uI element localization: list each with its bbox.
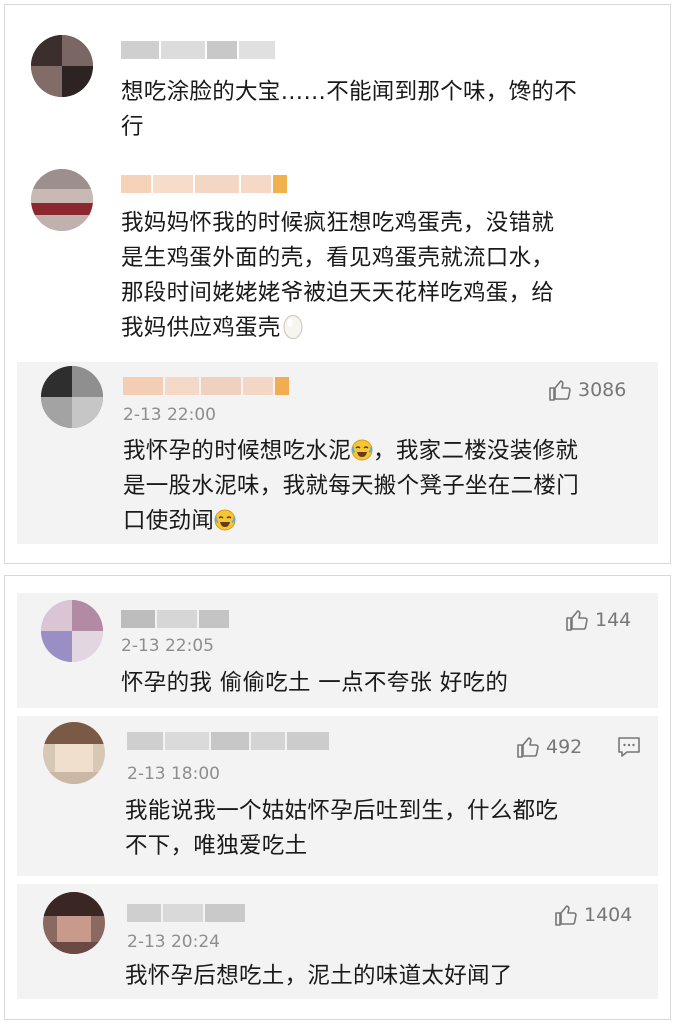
comment-text: 我怀孕的时候想吃水泥 ，我家二楼没装修就 是一股水泥味，我就每天搬个凳子坐在二楼门… — [123, 438, 580, 534]
comment-text: 我怀孕后想吃土，泥土的味道太好闻了 — [125, 963, 513, 989]
comment-time: 2-13 18:00 — [127, 764, 220, 784]
like-button[interactable]: 1404 — [554, 902, 632, 928]
like-button[interactable]: 3086 — [548, 377, 626, 403]
username-blurred[interactable] — [127, 902, 247, 924]
like-count: 144 — [595, 609, 632, 631]
avatar[interactable] — [31, 169, 93, 231]
comment-time: 2-13 22:05 — [121, 636, 214, 656]
thumbs-up-icon — [549, 380, 571, 401]
avatar[interactable] — [41, 366, 103, 428]
username-blurred[interactable] — [123, 375, 291, 397]
username-blurred[interactable] — [121, 173, 289, 195]
thumbs-up-icon — [517, 737, 539, 758]
avatar[interactable] — [31, 35, 93, 97]
comment-card-2: 2-13 22:05 144 怀孕的我 偷偷吃土 一点不夸张 好吃的 2-13 … — [4, 575, 671, 1020]
comment-text: 我能说我一个姑姑怀孕后吐到生，什么都吃 不下，唯独爱吃土 — [125, 798, 559, 859]
laugh-cry-emoji-icon — [351, 439, 373, 461]
like-count: 3086 — [578, 379, 627, 401]
laugh-cry-emoji-icon — [214, 509, 236, 531]
username-blurred[interactable] — [127, 730, 331, 752]
like-count: 492 — [546, 736, 583, 758]
reply-button[interactable] — [617, 735, 641, 763]
username-blurred[interactable] — [121, 608, 231, 630]
comment-card-1: 想吃涂脸的大宝……不能闻到那个味，馋的不 行 我妈妈怀我的时候疯狂想吃鸡蛋壳，没… — [4, 4, 671, 564]
avatar[interactable] — [43, 892, 105, 954]
comment-text: 想吃涂脸的大宝……不能闻到那个味，馋的不 行 — [121, 79, 578, 140]
like-count: 1404 — [584, 904, 633, 926]
avatar[interactable] — [43, 722, 105, 784]
thumbs-up-icon — [566, 610, 588, 631]
like-button[interactable]: 492 — [516, 734, 582, 760]
comment-icon — [618, 737, 640, 757]
comment-time: 2-13 20:24 — [127, 932, 220, 952]
comment-text: 怀孕的我 偷偷吃土 一点不夸张 好吃的 — [121, 670, 509, 696]
egg-emoji-icon — [283, 314, 303, 339]
username-blurred[interactable] — [121, 39, 277, 61]
comment-text: 我妈妈怀我的时候疯狂想吃鸡蛋壳，没错就 是生鸡蛋外面的壳，看见鸡蛋壳就流口水， … — [121, 210, 555, 341]
thumbs-up-icon — [555, 905, 577, 926]
avatar[interactable] — [41, 600, 103, 662]
like-button[interactable]: 144 — [565, 607, 631, 633]
comment-time: 2-13 22:00 — [123, 405, 216, 425]
